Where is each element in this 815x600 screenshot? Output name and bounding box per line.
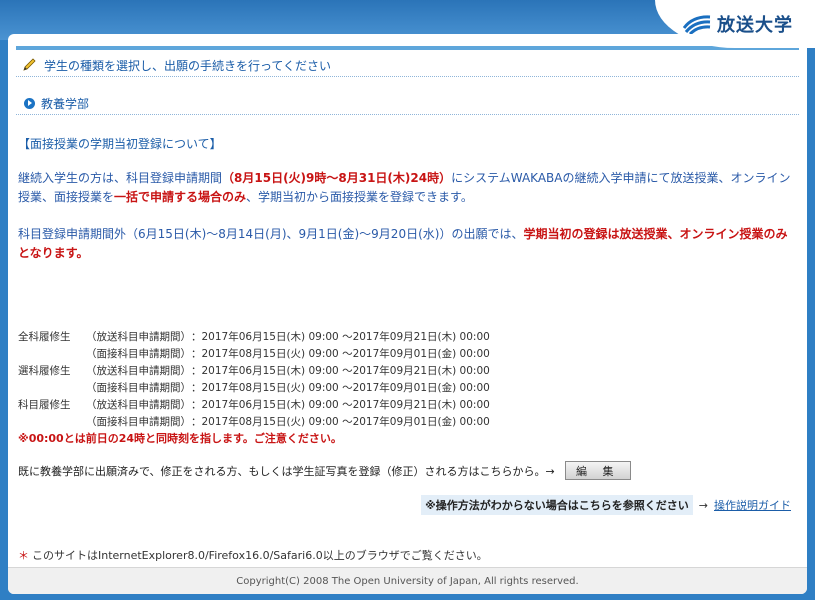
period-range: ：2017年06月15日(木) 09:00 ～2017年09月21日(木) 00… — [191, 365, 490, 377]
operation-guide-link[interactable]: 操作説明ガイド — [714, 497, 791, 513]
period-range: ：2017年08月15日(火) 09:00 ～2017年09月01日(金) 00… — [191, 348, 490, 360]
edit-description: 既に教養学部に出願済みで、修正をされる方、もしくは学生証写真を登録（修正）される… — [18, 464, 555, 478]
period-type: （面接科目申請期間） — [86, 382, 191, 394]
browser-note: ＊このサイトはInternetExplorer8.0/Firefox16.0/S… — [18, 547, 488, 563]
period-range: ：2017年06月15日(木) 09:00 ～2017年09月21日(木) 00… — [191, 399, 490, 411]
period-label — [18, 380, 86, 397]
period-label: 科目履修生 — [18, 399, 71, 411]
period-label — [18, 346, 86, 363]
period-label: 選科履修生 — [18, 365, 71, 377]
notice-text: 継続入学生の方は、科目登録申請期間 — [18, 171, 223, 185]
period-row: （面接科目申請期間） ：2017年08月15日(火) 09:00 ～2017年09… — [18, 346, 490, 363]
notice-paragraph-1: 継続入学生の方は、科目登録申請期間（8月15日(火)9時～8月31日(木)24時… — [18, 169, 793, 207]
notice-period-red: （8月15日(火)9時～8月31日(木)24時） — [222, 171, 452, 185]
logo-wave-icon — [683, 15, 711, 34]
notice-text: 、学期当初から面接授業を登録できます。 — [246, 190, 473, 204]
edit-row: 既に教養学部に出願済みで、修正をされる方、もしくは学生証写真を登録（修正）される… — [18, 461, 631, 480]
period-type: （放送科目申請期間） — [86, 399, 191, 411]
guide-note: ※操作方法がわからない場合はこちらを参照ください — [421, 495, 693, 515]
browser-note-text: このサイトはInternetExplorer8.0/Firefox16.0/Sa… — [32, 549, 488, 562]
sub-heading: 教養学部 — [16, 92, 799, 115]
period-range: ：2017年08月15日(火) 09:00 ～2017年09月01日(金) 00… — [191, 382, 490, 394]
period-row: （面接科目申請期間） ：2017年08月15日(火) 09:00 ～2017年09… — [18, 414, 490, 431]
period-type: （面接科目申請期間） — [86, 416, 191, 428]
period-row: 科目履修生 （放送科目申請期間） ：2017年06月15日(木) 09:00 ～20… — [18, 397, 490, 414]
logo-text: 放送大学 — [717, 15, 793, 36]
sub-heading-text: 教養学部 — [41, 96, 90, 111]
arrow-right-icon: → — [698, 498, 708, 512]
guide-row: ※操作方法がわからない場合はこちらを参照ください → 操作説明ガイド — [421, 495, 791, 515]
period-range: ：2017年06月15日(木) 09:00 ～2017年09月21日(木) 00… — [191, 331, 490, 343]
time-warning: ※00:00とは前日の24時と同時刻を指します。ご注意ください。 — [18, 432, 342, 445]
application-periods: 全科履修生 （放送科目申請期間） ：2017年06月15日(木) 09:00 ～20… — [18, 329, 490, 431]
period-label — [18, 414, 86, 431]
edit-button[interactable]: 編 集 — [564, 461, 631, 480]
main-panel: 学生の種類を選択し、出願の手続きを行ってください 教養学部 【面接授業の学期当初… — [8, 34, 807, 594]
period-type: （放送科目申請期間） — [86, 331, 191, 343]
pencil-icon — [23, 58, 36, 71]
period-row: （面接科目申請期間） ：2017年08月15日(火) 09:00 ～2017年09… — [18, 380, 490, 397]
section-heading: 学生の種類を選択し、出願の手続きを行ってください — [16, 54, 799, 77]
footer-copyright: Copyright(C) 2008 The Open University of… — [8, 567, 807, 594]
period-row: 選科履修生 （放送科目申請期間） ：2017年06月15日(木) 09:00 ～20… — [18, 363, 490, 380]
asterisk-icon: ＊ — [18, 549, 29, 562]
notice-emphasis: 一括で申請する場合のみ — [114, 190, 247, 204]
notice-paragraph-2: 科目登録申請期間外（6月15日(木)～8月14日(月)、9月1日(金)～9月20… — [18, 225, 793, 263]
section-heading-text: 学生の種類を選択し、出願の手続きを行ってください — [44, 58, 332, 73]
period-type: （面接科目申請期間） — [86, 348, 191, 360]
notice-title: 【面接授業の学期当初登録について】 — [18, 137, 222, 151]
period-type: （放送科目申請期間） — [86, 365, 191, 377]
top-divider — [16, 46, 799, 50]
notice-text: 科目登録申請期間外（6月15日(木)～8月14日(月)、9月1日(金)～9月20… — [18, 227, 524, 241]
period-row: 全科履修生 （放送科目申請期間） ：2017年06月15日(木) 09:00 ～20… — [18, 329, 490, 346]
period-label: 全科履修生 — [18, 331, 71, 343]
play-circle-icon — [24, 97, 35, 109]
period-range: ：2017年08月15日(火) 09:00 ～2017年09月01日(金) 00… — [191, 416, 490, 428]
